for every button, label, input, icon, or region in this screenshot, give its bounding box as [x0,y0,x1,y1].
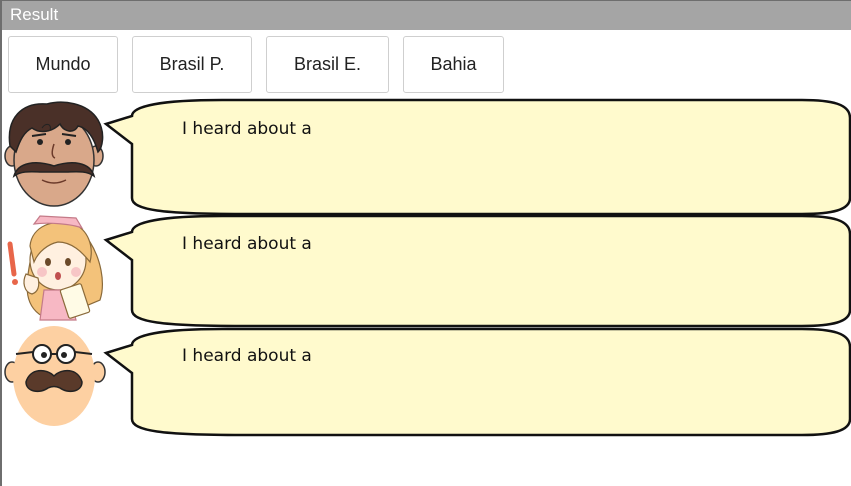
tab-mundo[interactable]: Mundo [8,36,118,93]
mustached-man-face-icon [4,101,104,207]
bald-man-glasses-icon [4,326,106,426]
dialogue-row: I heard about a [2,98,851,216]
nurse-girl-icon [7,215,103,321]
dialogue-row: I heard about a [2,212,851,328]
dialogue-text: I heard about a [182,234,312,254]
dialogue-text: I heard about a [182,119,312,139]
speech-bubble [103,327,851,437]
result-window: Result Mundo Brasil P. Brasil E. Bahia I… [0,0,851,486]
speech-bubble [103,214,851,328]
window-titlebar: Result [2,1,851,30]
tab-brasil-p[interactable]: Brasil P. [132,36,252,93]
speech-bubble [103,98,851,216]
tab-bahia[interactable]: Bahia [403,36,504,93]
dialogue-text: I heard about a [182,346,312,366]
window-title: Result [10,5,59,24]
dialogue-row: I heard about a [2,324,851,437]
tab-brasil-e[interactable]: Brasil E. [266,36,389,93]
